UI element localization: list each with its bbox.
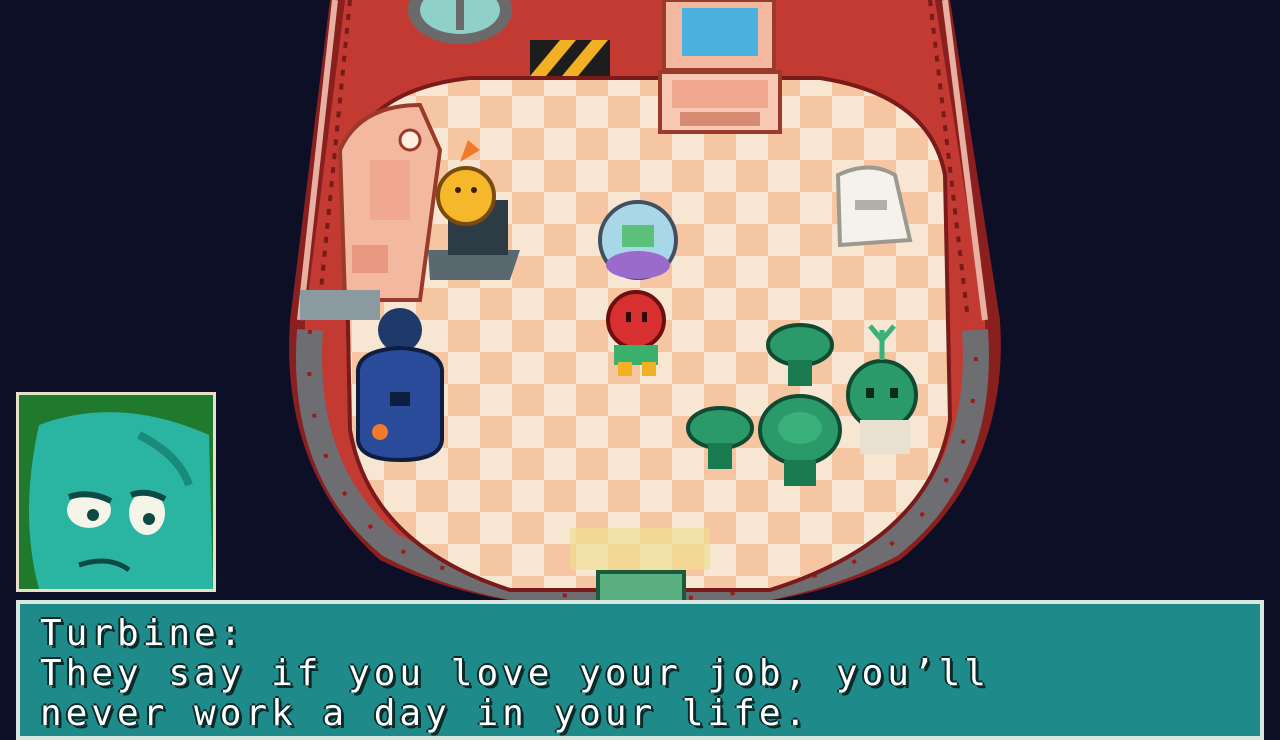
dialog-line-2: never work a day in your life.: [40, 693, 811, 734]
hazard-stripe: [530, 40, 610, 76]
dialog-box[interactable]: Turbine: They say if you love your job, …: [16, 600, 1264, 740]
glass-dome-robot-npc[interactable]: [598, 200, 678, 280]
control-panel[interactable]: [337, 102, 443, 302]
speaker-portrait: [16, 392, 216, 592]
dialog-line-1: They say if you love your job, you’ll: [40, 653, 990, 694]
turbine-sad-face-icon: [29, 412, 213, 589]
player-red-character[interactable]: [606, 290, 666, 376]
speaker-name: Turbine:: [40, 613, 246, 654]
computer-terminal[interactable]: [658, 0, 782, 134]
